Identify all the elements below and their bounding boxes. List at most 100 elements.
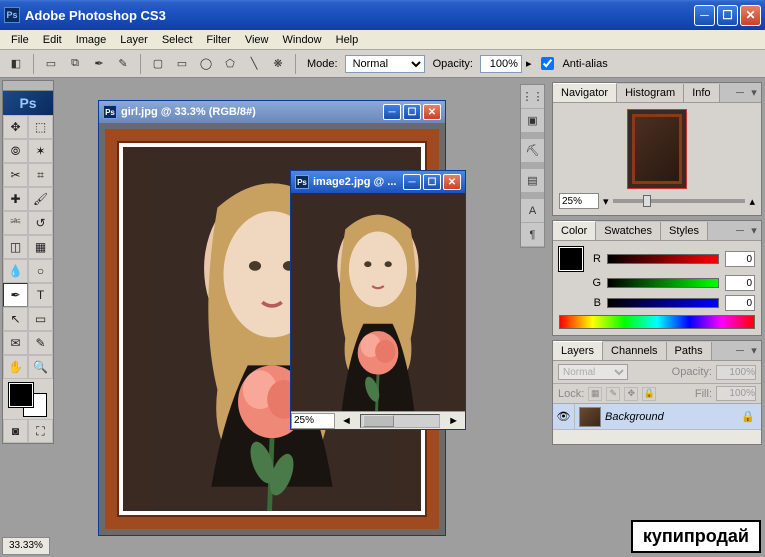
layer-thumbnail[interactable] — [579, 407, 601, 427]
fill-input[interactable] — [716, 386, 756, 401]
lasso-tool[interactable]: ⦾ — [3, 139, 28, 163]
tab-info[interactable]: Info — [684, 84, 719, 102]
slider-b[interactable] — [607, 298, 719, 308]
menu-file[interactable]: File — [4, 32, 36, 48]
panel-menu-icon[interactable]: ▾ — [747, 86, 761, 99]
dock-paragraph-icon[interactable]: ¶ — [521, 223, 544, 247]
dodge-tool[interactable]: ○ — [28, 259, 53, 283]
pen-icon[interactable]: ✒ — [89, 54, 109, 74]
navigator-zoom-slider[interactable] — [613, 199, 746, 203]
menu-view[interactable]: View — [238, 32, 276, 48]
doc2-titlebar[interactable]: Ps image2.jpg @ ... ─ ☐ ✕ — [291, 171, 465, 193]
document-window-2[interactable]: Ps image2.jpg @ ... ─ ☐ ✕ — [290, 170, 466, 430]
menu-help[interactable]: Help — [329, 32, 366, 48]
layer-opacity-input[interactable] — [716, 365, 756, 380]
navigator-zoom-input[interactable] — [559, 193, 599, 209]
blur-tool[interactable]: 💧 — [3, 259, 28, 283]
navigator-thumbnail[interactable] — [627, 109, 687, 189]
color-spectrum[interactable] — [559, 315, 755, 329]
dock-clone-icon[interactable]: ▣ — [521, 109, 544, 133]
minimize-button[interactable]: ─ — [694, 5, 715, 26]
history-brush-tool[interactable]: ↺ — [28, 211, 53, 235]
menu-window[interactable]: Window — [276, 32, 329, 48]
freeform-icon[interactable]: ✎ — [113, 54, 133, 74]
doc2-h-scrollbar[interactable] — [360, 414, 440, 428]
input-b[interactable] — [725, 295, 755, 311]
shape-custom-icon[interactable]: ❋ — [268, 54, 288, 74]
tab-layers[interactable]: Layers — [553, 341, 603, 360]
quickmask-tool[interactable]: ◙ — [3, 419, 28, 443]
input-g[interactable] — [725, 275, 755, 291]
lock-transparent-icon[interactable]: ▦ — [588, 387, 602, 401]
dock-toolpresets-icon[interactable]: ⛏ — [521, 139, 544, 163]
lock-pixels-icon[interactable]: ✎ — [606, 387, 620, 401]
wand-tool[interactable]: ✶ — [28, 139, 53, 163]
tab-swatches[interactable]: Swatches — [596, 222, 661, 240]
doc-maximize-button[interactable]: ☐ — [423, 174, 441, 190]
panel-menu-icon[interactable]: ▾ — [747, 224, 761, 237]
stamp-tool[interactable]: ⎃ — [3, 211, 28, 235]
doc-minimize-button[interactable]: ─ — [383, 104, 401, 120]
shape-ellipse-icon[interactable]: ◯ — [196, 54, 216, 74]
scroll-left-icon[interactable]: ◄ — [335, 415, 358, 427]
color-fg-swatch[interactable] — [559, 247, 583, 271]
opacity-input[interactable] — [480, 55, 522, 73]
shape-roundrect-icon[interactable]: ▭ — [172, 54, 192, 74]
tab-histogram[interactable]: Histogram — [617, 84, 684, 102]
foreground-color-swatch[interactable] — [9, 383, 33, 407]
doc-close-button[interactable]: ✕ — [423, 104, 441, 120]
toolbox-grip[interactable] — [3, 81, 53, 91]
dock-layercomps-icon[interactable]: ▤ — [521, 169, 544, 193]
hand-tool[interactable]: ✋ — [3, 355, 28, 379]
menu-image[interactable]: Image — [69, 32, 114, 48]
close-button[interactable]: ✕ — [740, 5, 761, 26]
type-tool[interactable]: T — [28, 283, 53, 307]
panel-collapse-icon[interactable]: ─ — [733, 345, 747, 357]
panel-menu-icon[interactable]: ▾ — [747, 344, 761, 357]
doc-maximize-button[interactable]: ☐ — [403, 104, 421, 120]
tab-color[interactable]: Color — [553, 221, 596, 240]
dock-brushes-icon[interactable]: ⋮⋮ — [521, 85, 544, 109]
path-select-tool[interactable]: ↖ — [3, 307, 28, 331]
layer-visibility-icon[interactable]: 👁 — [553, 404, 575, 429]
zoom-in-icon[interactable]: ▴ — [749, 195, 755, 208]
lock-position-icon[interactable]: ✥ — [624, 387, 638, 401]
tab-channels[interactable]: Channels — [603, 342, 666, 360]
heal-tool[interactable]: ✚ — [3, 187, 28, 211]
selection-new-icon[interactable]: ▭ — [41, 54, 61, 74]
slider-r[interactable] — [607, 254, 719, 264]
gradient-tool[interactable]: ▦ — [28, 235, 53, 259]
zoom-out-icon[interactable]: ▾ — [603, 195, 609, 208]
selection-add-icon[interactable]: ⧉ — [65, 54, 85, 74]
shape-rect-icon[interactable]: ▢ — [148, 54, 168, 74]
layer-name[interactable]: Background — [605, 411, 741, 423]
blend-mode-select[interactable]: Normal — [558, 364, 628, 380]
mode-select[interactable]: Normal — [345, 55, 425, 73]
panel-collapse-icon[interactable]: ─ — [733, 87, 747, 99]
panel-collapse-icon[interactable]: ─ — [733, 225, 747, 237]
eraser-tool[interactable]: ◫ — [3, 235, 28, 259]
marquee-tool[interactable]: ⬚ — [28, 115, 53, 139]
move-tool[interactable]: ✥ — [3, 115, 28, 139]
doc1-titlebar[interactable]: Ps girl.jpg @ 33.3% (RGB/8#) ─ ☐ ✕ — [99, 101, 445, 123]
maximize-button[interactable]: ☐ — [717, 5, 738, 26]
slice-tool[interactable]: ⌗ — [28, 163, 53, 187]
doc-close-button[interactable]: ✕ — [443, 174, 461, 190]
shape-line-icon[interactable]: ╲ — [244, 54, 264, 74]
tab-styles[interactable]: Styles — [661, 222, 708, 240]
tab-paths[interactable]: Paths — [667, 342, 712, 360]
shape-tool[interactable]: ▭ — [28, 307, 53, 331]
input-r[interactable] — [725, 251, 755, 267]
menu-edit[interactable]: Edit — [36, 32, 69, 48]
brush-tool[interactable]: 🖌 — [28, 187, 53, 211]
slider-g[interactable] — [607, 278, 719, 288]
lock-all-icon[interactable]: 🔒 — [642, 387, 656, 401]
tool-preset-icon[interactable]: ◧ — [6, 54, 26, 74]
screenmode-tool[interactable]: ⛶ — [28, 419, 53, 443]
menu-select[interactable]: Select — [155, 32, 200, 48]
crop-tool[interactable]: ✂ — [3, 163, 28, 187]
zoom-tool[interactable]: 🔍 — [28, 355, 53, 379]
eyedropper-tool[interactable]: ✎ — [28, 331, 53, 355]
doc-minimize-button[interactable]: ─ — [403, 174, 421, 190]
scroll-right-icon[interactable]: ► — [442, 415, 465, 427]
